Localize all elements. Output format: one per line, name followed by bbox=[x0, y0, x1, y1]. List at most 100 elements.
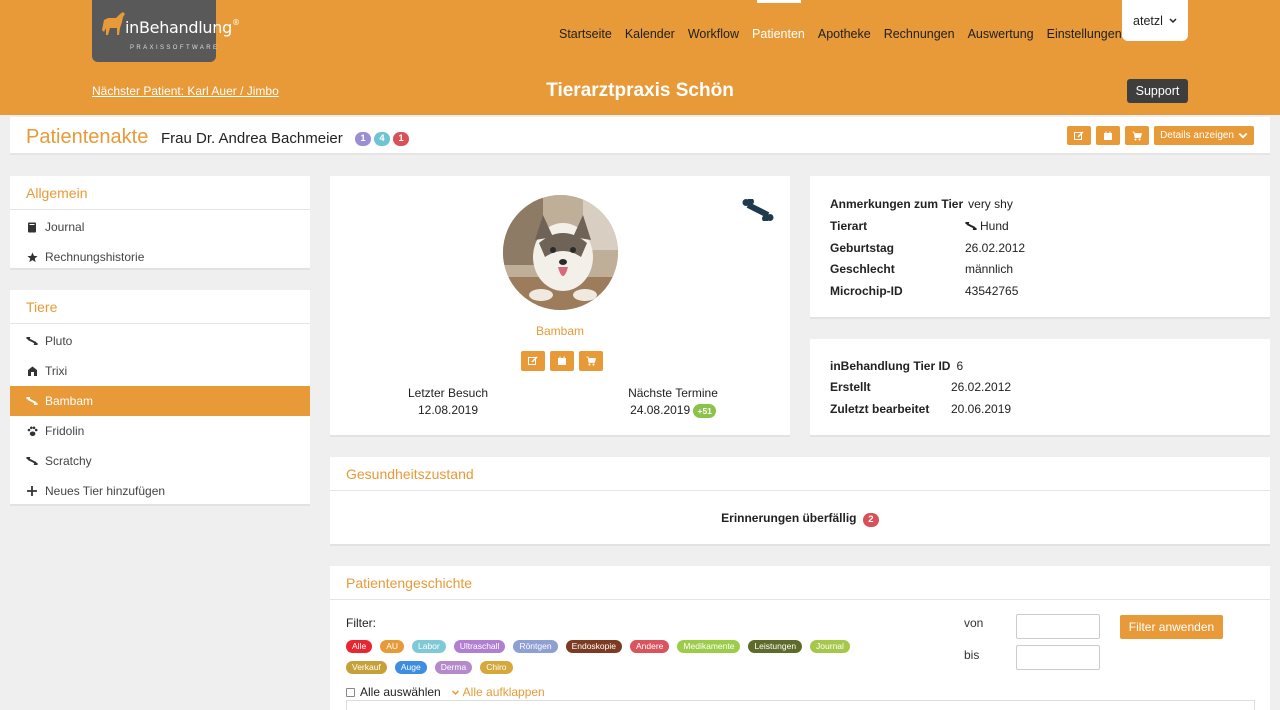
pet-name[interactable]: Bambam bbox=[330, 324, 790, 338]
pet-details-card: Anmerkungen zum Tier very shy Tierart Hun… bbox=[810, 176, 1270, 319]
filter-tags: Alle AU Labor Ultraschall Röntgen Endoskopie A… bbox=[346, 640, 936, 674]
filter-tag-journal[interactable]: Journal bbox=[810, 640, 850, 653]
main-nav: Startseite Kalender Workflow Patienten A… bbox=[559, 27, 1135, 41]
filter-tag-ultraschall[interactable]: Ultraschall bbox=[453, 640, 506, 653]
meta-value: 20.06.2019 bbox=[951, 402, 1012, 416]
patient-header: Patientenakte Frau Dr. Andrea Bachmeier … bbox=[10, 117, 1270, 155]
detail-label: Anmerkungen zum Tier bbox=[830, 197, 964, 211]
more-appointments-badge[interactable]: +51 bbox=[693, 404, 716, 418]
sidebar-item-rechnungshistorie[interactable]: Rechnungshistorie bbox=[10, 242, 310, 272]
filter-tag-röntgen[interactable]: Röntgen bbox=[513, 640, 558, 653]
paw-icon bbox=[26, 425, 38, 437]
book-icon bbox=[26, 221, 38, 233]
from-date-input[interactable] bbox=[1016, 614, 1100, 639]
user-menu-button[interactable]: atetzl bbox=[1122, 0, 1188, 41]
meta-created: Erstellt 26.02.2012 bbox=[830, 380, 1011, 394]
filter-tag-derma[interactable]: Derma bbox=[434, 661, 473, 674]
filter-tag-andere[interactable]: Andere bbox=[630, 640, 670, 653]
sidebar-item-label: Bambam bbox=[45, 394, 94, 408]
pet-cart-button[interactable] bbox=[579, 351, 603, 371]
sidebar-item-label: Neues Tier hinzufügen bbox=[45, 484, 166, 498]
nav-einstellungen[interactable]: Einstellungen bbox=[1047, 27, 1122, 41]
filter-tag-auge[interactable]: Auge bbox=[394, 661, 427, 674]
pet-calendar-button[interactable] bbox=[550, 351, 574, 371]
history-panel: Patientengeschichte Filter: Alle AU Labor U… bbox=[330, 566, 1270, 710]
bone-icon bbox=[26, 395, 38, 407]
calendar-button[interactable] bbox=[1096, 126, 1121, 145]
details-dropdown-button[interactable]: Details anzeigen bbox=[1154, 126, 1254, 145]
filter-tag-leistungen[interactable]: Leistungen bbox=[748, 640, 803, 653]
nav-rechnungen[interactable]: Rechnungen bbox=[884, 27, 955, 41]
meta-label: inBehandlung Tier ID bbox=[830, 359, 951, 373]
count-badge[interactable]: 1 bbox=[355, 132, 371, 146]
nav-patienten[interactable]: Patienten bbox=[752, 27, 805, 41]
sidebar-pet-pluto[interactable]: Pluto bbox=[10, 326, 310, 356]
logo-text: inBehandlung® bbox=[125, 18, 240, 37]
edit-icon bbox=[528, 356, 538, 365]
add-pet-button[interactable]: Neues Tier hinzufügen bbox=[10, 476, 310, 506]
calendar-icon bbox=[1104, 131, 1113, 140]
next-appointments: Nächste Termine 24.08.2019 +51 bbox=[608, 385, 738, 419]
filter-tag-endoskopie[interactable]: Endoskopie bbox=[565, 640, 622, 653]
details-label: Details anzeigen bbox=[1160, 130, 1234, 141]
chevron-down-icon bbox=[1238, 132, 1248, 139]
detail-species: Tierart Hund bbox=[830, 219, 1009, 233]
expand-all-link[interactable]: Alle aufklappen bbox=[451, 685, 545, 699]
filter-tag-au[interactable]: AU bbox=[380, 640, 404, 653]
nav-apotheke[interactable]: Apotheke bbox=[818, 27, 871, 41]
pets-title: Tiere bbox=[10, 290, 310, 324]
expand-all-label: Alle aufklappen bbox=[462, 685, 545, 699]
meta-id: inBehandlung Tier ID 6 bbox=[830, 359, 963, 373]
logo-subtitle: PRAXISSOFTWARE bbox=[130, 45, 220, 51]
detail-sex: Geschlecht männlich bbox=[830, 262, 1013, 276]
select-all[interactable]: Alle auswählen bbox=[346, 685, 441, 699]
nav-active-indicator bbox=[757, 0, 801, 3]
next-appointments-label: Nächste Termine bbox=[628, 386, 718, 400]
filter-tag-chiro[interactable]: Chiro bbox=[480, 661, 513, 674]
nav-workflow[interactable]: Workflow bbox=[688, 27, 739, 41]
last-visit-label: Letzter Besuch bbox=[407, 386, 489, 400]
sidebar-pet-bambam[interactable]: Bambam bbox=[10, 386, 310, 416]
reminders-count-badge: 2 bbox=[862, 513, 879, 527]
bone-icon bbox=[26, 455, 38, 467]
apply-filter-button[interactable]: Filter anwenden bbox=[1120, 615, 1223, 639]
filter-tag-verkauf[interactable]: Verkauf bbox=[346, 661, 387, 674]
detail-label: Geschlecht bbox=[830, 262, 895, 276]
health-panel: Gesundheitszustand Erinnerungen überfäll… bbox=[330, 457, 1270, 546]
sidebar-item-journal[interactable]: Journal bbox=[10, 212, 310, 242]
detail-birthday: Geburtstag 26.02.2012 bbox=[830, 241, 1025, 255]
cat-icon bbox=[26, 365, 38, 377]
detail-label: Microchip-ID bbox=[830, 284, 903, 298]
sidebar-pet-fridolin[interactable]: Fridolin bbox=[10, 416, 310, 446]
sidebar-pet-trixi[interactable]: Trixi bbox=[10, 356, 310, 386]
cart-button[interactable] bbox=[1125, 126, 1150, 145]
general-panel: Allgemein Journal Rechnungshistorie bbox=[10, 176, 310, 270]
filter-tag-alle[interactable]: Alle bbox=[346, 640, 373, 653]
overdue-reminders[interactable]: Erinnerungen überfällig 2 bbox=[330, 511, 1270, 527]
app-logo[interactable]: inBehandlung® PRAXISSOFTWARE bbox=[92, 0, 240, 62]
edit-pet-button[interactable] bbox=[521, 351, 545, 371]
detail-chip: Microchip-ID 43542765 bbox=[830, 284, 1018, 298]
last-visit-date: 12.08.2019 bbox=[417, 403, 479, 417]
health-title: Gesundheitszustand bbox=[330, 457, 1270, 491]
nav-startseite[interactable]: Startseite bbox=[559, 27, 612, 41]
sidebar-pet-scratchy[interactable]: Scratchy bbox=[10, 446, 310, 476]
support-button[interactable]: Support bbox=[1127, 79, 1188, 103]
pet-photo bbox=[503, 195, 618, 310]
nav-auswertung[interactable]: Auswertung bbox=[968, 27, 1034, 41]
from-label: von bbox=[964, 616, 984, 630]
filter-tag-medikamente[interactable]: Medikamente bbox=[677, 640, 741, 653]
select-all-checkbox[interactable] bbox=[346, 687, 355, 697]
last-visit: Letzter Besuch 12.08.2019 bbox=[388, 385, 508, 419]
count-badge[interactable]: 4 bbox=[374, 132, 390, 146]
filter-tag-labor[interactable]: Labor bbox=[412, 640, 446, 653]
edit-button[interactable] bbox=[1067, 126, 1092, 145]
calendar-icon bbox=[558, 356, 566, 365]
plus-icon bbox=[26, 485, 38, 497]
select-all-label: Alle auswählen bbox=[360, 685, 441, 699]
nav-kalender[interactable]: Kalender bbox=[625, 27, 675, 41]
cart-icon bbox=[1132, 131, 1143, 140]
to-date-input[interactable] bbox=[1016, 645, 1100, 670]
count-badge[interactable]: 1 bbox=[393, 132, 409, 146]
reminders-label: Erinnerungen überfällig bbox=[721, 511, 857, 525]
